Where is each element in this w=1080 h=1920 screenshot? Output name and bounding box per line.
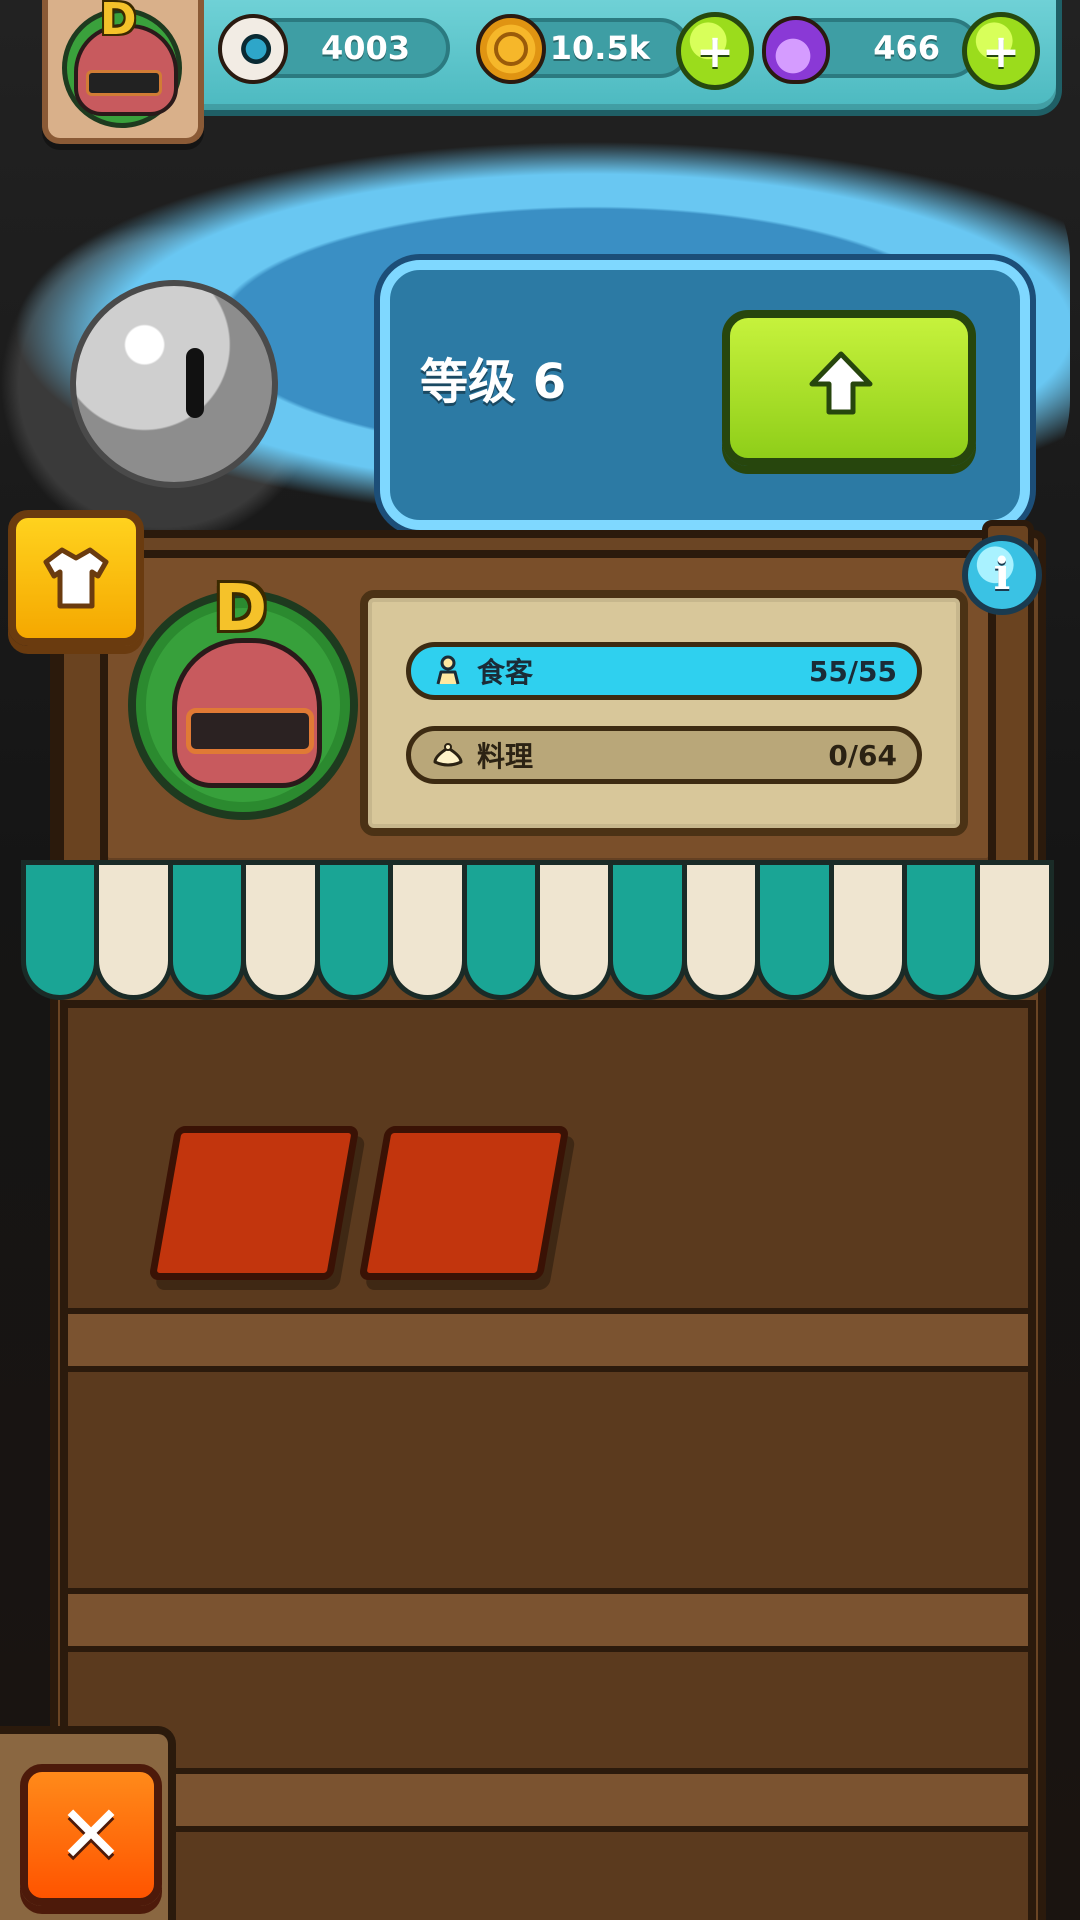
awning-stripe [681, 860, 761, 1000]
awning-stripe [534, 860, 614, 1000]
level-label: 等级 6 [420, 354, 567, 410]
stall-owner-avatar: D [128, 572, 358, 820]
awning-stripe [314, 860, 394, 1000]
game-screen: D 4003 10.5k + 466 + 等级 6 i D 食客 55/55 料… [0, 0, 1080, 1920]
crystal-orb-icon [70, 280, 278, 488]
food-tray[interactable] [358, 1126, 570, 1280]
awning-stripe [94, 860, 173, 1000]
close-icon: ✕ [57, 1788, 125, 1881]
coin-count: 10.5k [549, 29, 650, 67]
player-avatar[interactable]: D [42, 0, 204, 144]
plus-icon: + [695, 24, 735, 78]
awning-stripe [975, 860, 1054, 1000]
awning-stripe [388, 860, 467, 1000]
plus-icon: + [981, 24, 1021, 78]
food-tray[interactable] [148, 1126, 360, 1280]
stall-stats-card: 食客 55/55 料理 0/64 [360, 590, 968, 836]
awning-stripe [828, 860, 908, 1000]
potion-count: 466 [873, 29, 940, 67]
awning-stripe [461, 860, 540, 1000]
awning-stripe [608, 860, 687, 1000]
add-coins-button[interactable]: + [676, 12, 754, 90]
cooking-label: 料理 [477, 740, 534, 773]
awning-stripe [241, 860, 320, 1000]
add-potions-button[interactable]: + [962, 12, 1040, 90]
rank-letter: D [214, 572, 268, 646]
shelf-board [68, 1768, 1028, 1832]
awning-stripe [902, 860, 981, 1000]
person-icon [431, 654, 465, 688]
monster-teeth [186, 708, 314, 754]
potion-icon [762, 16, 830, 84]
awning-stripe [21, 860, 100, 1000]
coin-icon [476, 14, 546, 84]
rank-letter: D [100, 0, 137, 45]
eyeball-icon [218, 14, 288, 84]
outfit-button[interactable] [8, 510, 144, 646]
upgrade-button[interactable] [722, 310, 976, 466]
monster-teeth [86, 70, 162, 96]
arrow-up-icon [809, 351, 873, 415]
guests-label: 食客 [477, 656, 534, 689]
close-button[interactable]: ✕ [20, 1764, 162, 1906]
shelf-board [68, 1308, 1028, 1372]
cooking-bar: 料理 0/64 [406, 726, 922, 784]
dish-icon [431, 738, 465, 772]
guests-value: 55/55 [808, 654, 897, 688]
awning-stripe [755, 860, 834, 1000]
awning [21, 860, 1054, 1000]
eyeball-count: 4003 [320, 29, 410, 67]
shirt-icon [43, 547, 109, 609]
info-icon: i [993, 549, 1011, 600]
shelf-board [68, 1588, 1028, 1652]
cooking-value: 0/64 [828, 738, 897, 772]
awning-stripe [167, 860, 247, 1000]
info-button[interactable]: i [962, 535, 1042, 615]
guests-bar: 食客 55/55 [406, 642, 922, 700]
